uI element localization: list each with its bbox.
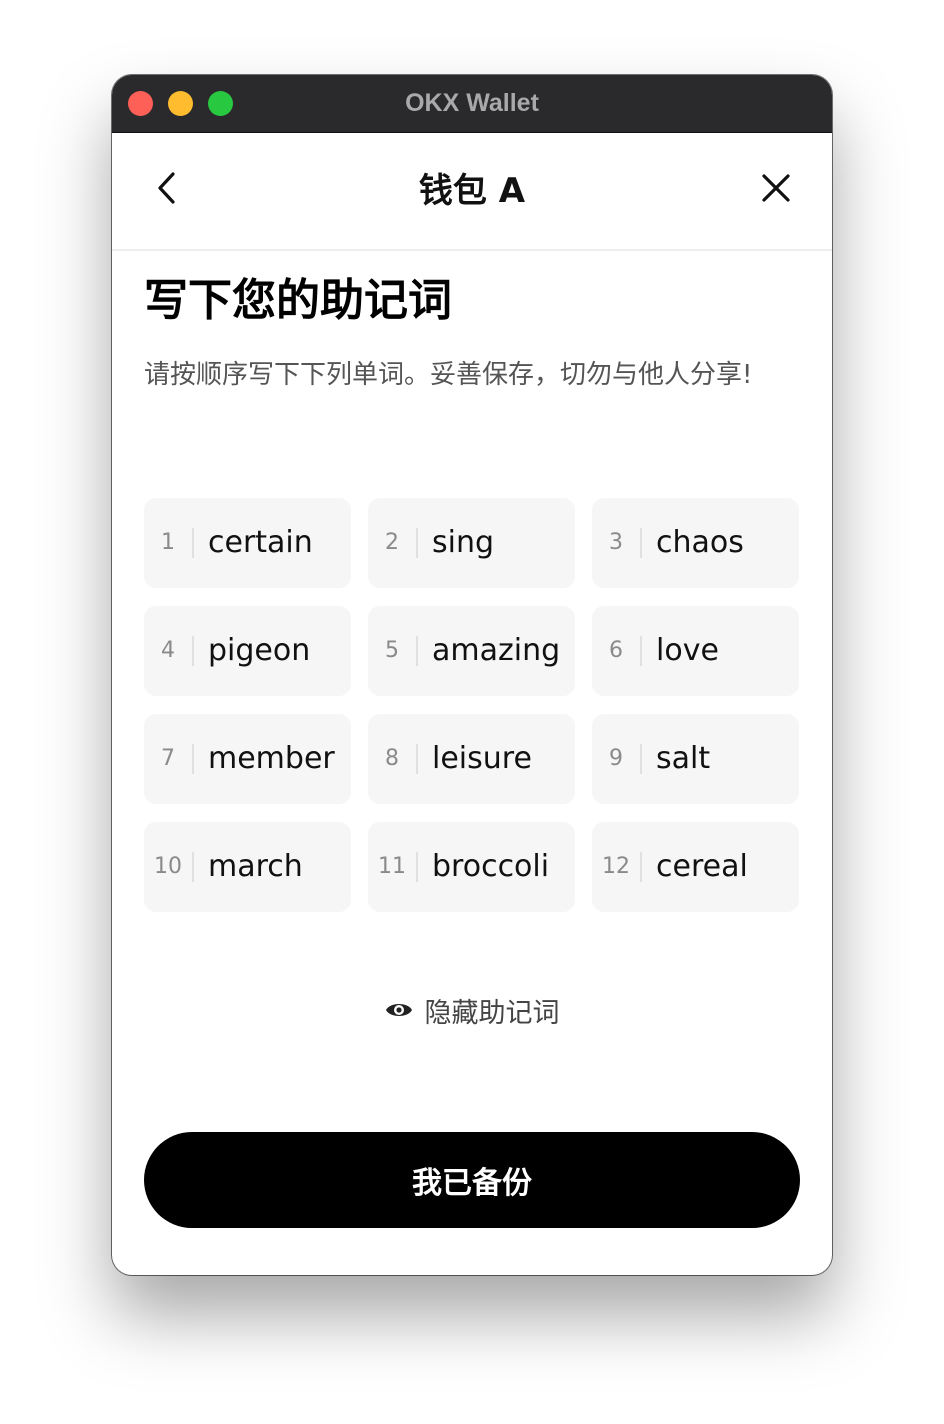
word-text: cereal (656, 849, 748, 884)
nav-bar: 钱包 A (112, 133, 832, 251)
word-index: 4 (161, 638, 175, 663)
mnemonic-word-3[interactable]: 3 chaos (592, 498, 799, 588)
word-index: 5 (385, 638, 399, 663)
word-index: 3 (609, 530, 623, 555)
divider (416, 528, 418, 558)
mnemonic-word-6[interactable]: 6 love (592, 606, 799, 696)
eye-icon (385, 996, 413, 1024)
wallet-name-title: 钱包 A (418, 171, 526, 211)
divider (192, 852, 194, 882)
divider (416, 636, 418, 666)
title-bar[interactable]: OKX Wallet (112, 75, 832, 133)
word-index: 1 (161, 530, 175, 555)
page-subtitle: 请按顺序写下下列单词。妥善保存，切勿与他人分享! (144, 360, 753, 390)
backed-up-button[interactable]: 我已备份 (144, 1132, 800, 1228)
close-button[interactable] (754, 166, 798, 210)
word-text: broccoli (432, 849, 550, 884)
divider (192, 528, 194, 558)
word-index: 11 (378, 854, 406, 879)
mnemonic-word-5[interactable]: 5 amazing (368, 606, 575, 696)
page-heading: 写下您的助记词 (144, 275, 452, 326)
word-text: member (208, 741, 335, 776)
divider (192, 636, 194, 666)
divider (416, 744, 418, 774)
window-title: OKX Wallet (405, 89, 539, 117)
mnemonic-word-1[interactable]: 1 certain (144, 498, 351, 588)
word-index: 8 (385, 746, 399, 771)
word-text: certain (208, 525, 313, 560)
mnemonic-word-9[interactable]: 9 salt (592, 714, 799, 804)
mnemonic-word-4[interactable]: 4 pigeon (144, 606, 351, 696)
intro-section: 写下您的助记词 请按顺序写下下列单词。妥善保存，切勿与他人分享! (144, 271, 800, 397)
divider (640, 528, 642, 558)
word-index: 6 (609, 638, 623, 663)
word-text: chaos (656, 525, 744, 560)
word-index: 2 (385, 530, 399, 555)
word-text: salt (656, 741, 711, 776)
word-index: 7 (161, 746, 175, 771)
mnemonic-word-7[interactable]: 7 member (144, 714, 351, 804)
divider (192, 744, 194, 774)
divider (640, 744, 642, 774)
divider (416, 852, 418, 882)
close-icon (762, 174, 790, 202)
word-index: 10 (154, 854, 182, 879)
word-index: 12 (602, 854, 630, 879)
mnemonic-word-8[interactable]: 8 leisure (368, 714, 575, 804)
divider (640, 636, 642, 666)
word-text: amazing (432, 633, 561, 668)
word-text: love (656, 633, 719, 668)
word-index: 9 (609, 746, 623, 771)
word-text: leisure (432, 741, 532, 776)
word-text: sing (432, 525, 495, 560)
word-text: march (208, 849, 303, 884)
app-window: OKX Wallet 钱包 A 写下您的助记词 请按顺序写下下列单词。妥善保存，… (112, 75, 832, 1275)
divider (640, 852, 642, 882)
mnemonic-word-10[interactable]: 10 march (144, 822, 351, 912)
word-text: pigeon (208, 633, 311, 668)
mnemonic-word-2[interactable]: 2 sing (368, 498, 575, 588)
mnemonic-word-11[interactable]: 11 broccoli (368, 822, 575, 912)
mnemonic-word-12[interactable]: 12 cereal (592, 822, 799, 912)
hide-mnemonic-toggle[interactable]: 隐藏助记词 (112, 985, 832, 1035)
hide-mnemonic-label: 隐藏助记词 (424, 997, 560, 1029)
